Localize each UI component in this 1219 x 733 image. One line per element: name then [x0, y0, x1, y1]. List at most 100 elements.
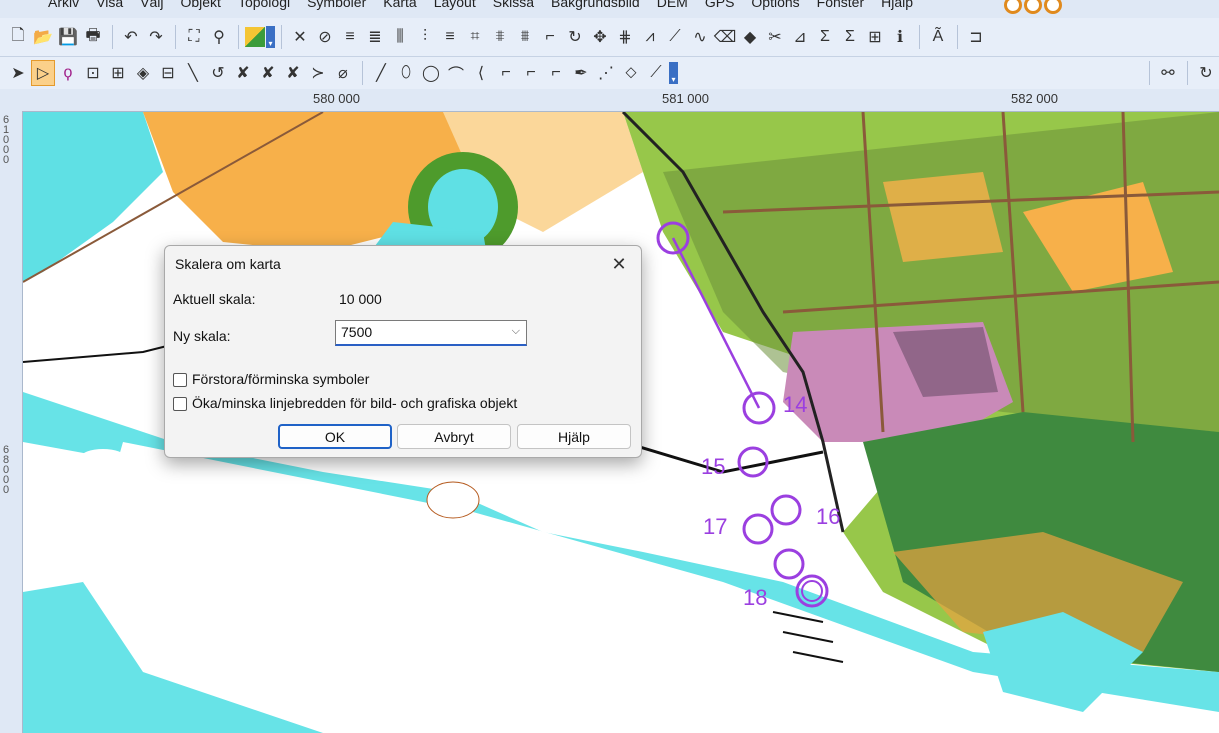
redo-icon[interactable]: ↷ — [144, 24, 168, 50]
dash-line-icon[interactable]: ⋰ — [594, 60, 618, 86]
hatch-icon[interactable]: ⩨ — [488, 24, 512, 50]
print-icon[interactable]: 🖶 — [81, 24, 105, 50]
menu-options[interactable]: Options — [751, 0, 799, 10]
new-file-icon[interactable]: 🗋 — [6, 24, 30, 50]
erase-icon[interactable]: ⌫ — [713, 24, 737, 50]
binoculars-icon[interactable]: ⚯ — [1156, 60, 1180, 86]
align-center-icon[interactable]: ≡ — [438, 24, 462, 50]
lasso-icon[interactable]: ϙ — [56, 60, 80, 86]
align-left-icon[interactable]: ≡ — [338, 24, 362, 50]
ok-button[interactable]: OK — [278, 424, 392, 449]
add-vertex-icon[interactable]: ⊡ — [81, 60, 105, 86]
menu-hjalp[interactable]: Hjälp — [881, 0, 913, 10]
eraser-icon[interactable]: ⌀ — [331, 60, 355, 86]
delete-icon[interactable]: ✕ — [288, 24, 312, 50]
menu-valj[interactable]: Välj — [140, 0, 163, 10]
step-line3-icon[interactable]: ⌐ — [544, 60, 568, 86]
scale-symbols-checkbox[interactable] — [173, 373, 187, 387]
menu-fonster[interactable]: Fönster — [817, 0, 864, 10]
line-tool-icon[interactable]: ╱ — [369, 60, 393, 86]
vertex-diamond-icon[interactable]: ◈ — [131, 60, 155, 86]
step-line2-icon[interactable]: ⌐ — [519, 60, 543, 86]
save-icon[interactable]: 💾 — [56, 24, 80, 50]
select-frame-icon[interactable]: ⛶ — [182, 24, 206, 50]
drawing-toolbar: ➤ ▷ ϙ ⊡ ⊞ ◈ ⊟ ╲ ↺ ✘ ✘ ✘ ≻ ⌀ ╱ ⬯ ◯ ⌒ ⟨ ⌐ … — [0, 57, 1219, 90]
menu-symboler[interactable]: Symboler — [307, 0, 366, 10]
ruler-tick: 582 000 — [1011, 91, 1058, 106]
dialog-title: Skalera om karta — [175, 256, 281, 272]
menu-bar: Arkiv Visa Välj Objekt Topologi Symboler… — [0, 0, 1219, 18]
crop-icon[interactable]: ⌗ — [463, 24, 487, 50]
cross-icon[interactable]: ✘ — [231, 60, 255, 86]
distribute-icon[interactable]: ⫼ — [388, 24, 412, 50]
menu-layout[interactable]: Layout — [434, 0, 476, 10]
chevron-down-icon[interactable]: ⌵ — [512, 325, 520, 338]
symbol-rotate-icon[interactable]: ✥ — [588, 24, 612, 50]
clipped-tool-icon[interactable]: ⊐ — [964, 24, 988, 50]
grid-icon[interactable]: ⋕ — [613, 24, 637, 50]
curve-tool-icon[interactable]: ⌒ — [444, 60, 468, 86]
dropdown-arrow-icon[interactable]: ▾ — [266, 26, 275, 48]
smooth-icon[interactable]: ∿ — [688, 24, 712, 50]
curve-icon[interactable]: ⟋ — [663, 24, 687, 50]
menu-bakgrundsbild[interactable]: Bakgrundsbild — [551, 0, 640, 10]
scale-linewidth-checkbox[interactable] — [173, 397, 187, 411]
straight-line-icon[interactable]: ⟋ — [644, 60, 668, 86]
ruler-tick-vertical: 61000 — [3, 114, 10, 166]
ruler-left: 61000 68000 — [0, 111, 23, 733]
menu-visa[interactable]: Visa — [96, 0, 123, 10]
line-edit-icon[interactable]: ⩘ — [638, 24, 662, 50]
arrow-select-icon[interactable]: ➤ — [6, 60, 30, 86]
open-folder-icon[interactable]: 📂 — [31, 24, 55, 50]
pen-tool-icon[interactable]: ✒ — [569, 60, 593, 86]
cut-icon[interactable]: ✂ — [763, 24, 787, 50]
dropdown-arrow-icon[interactable]: ▾ — [669, 62, 678, 84]
scale-linewidth-label[interactable]: Öka/minska linjebredden för bild- och gr… — [192, 395, 517, 411]
check-icon[interactable]: ⊘ — [313, 24, 337, 50]
distribute2-icon[interactable]: ⫶ — [413, 24, 437, 50]
menu-karta[interactable]: Karta — [383, 0, 416, 10]
ruler-top: 580 000 581 000 582 000 — [0, 89, 1219, 112]
ellipse-tool-icon[interactable]: ⬯ — [394, 60, 418, 86]
polygon-tool-icon[interactable]: ⟨ — [469, 60, 493, 86]
menu-objekt[interactable]: Objekt — [180, 0, 220, 10]
text-tool-icon[interactable]: Ã — [926, 24, 950, 50]
info-icon[interactable]: ℹ — [888, 24, 912, 50]
fill-icon[interactable]: ⩩ — [513, 24, 537, 50]
clipped-tool-icon[interactable]: ↻ — [1194, 60, 1218, 86]
circle-tool-icon[interactable]: ◯ — [419, 60, 443, 86]
fill-tool-icon[interactable]: ⬦ — [619, 60, 643, 86]
measure-icon[interactable]: ⊿ — [788, 24, 812, 50]
menu-dem[interactable]: DEM — [657, 0, 688, 10]
help-button[interactable]: Hjälp — [517, 424, 631, 449]
cross3-icon[interactable]: ✘ — [281, 60, 305, 86]
cancel-button[interactable]: Avbryt — [397, 424, 511, 449]
menu-gps[interactable]: GPS — [705, 0, 735, 10]
close-icon[interactable]: ✕ — [607, 252, 631, 276]
menu-arkiv[interactable]: Arkiv — [48, 0, 79, 10]
new-scale-combobox[interactable]: 7500 ⌵ — [335, 320, 527, 346]
move-vertex-icon[interactable]: ⊞ — [106, 60, 130, 86]
edit-object-icon[interactable]: ▷ — [31, 60, 55, 86]
rotate-icon[interactable]: ↻ — [563, 24, 587, 50]
reshape-icon[interactable]: ≻ — [306, 60, 330, 86]
cross2-icon[interactable]: ✘ — [256, 60, 280, 86]
align-right-icon[interactable]: ≣ — [363, 24, 387, 50]
scale-symbols-label[interactable]: Förstora/förminska symboler — [192, 371, 369, 387]
color-icon[interactable] — [245, 27, 265, 47]
new-scale-value[interactable]: 7500 — [341, 324, 372, 340]
pin-icon[interactable]: ⚲ — [207, 24, 231, 50]
rotate-object-icon[interactable]: ↺ — [206, 60, 230, 86]
step-line-icon[interactable]: ⌐ — [494, 60, 518, 86]
undo-icon[interactable]: ↶ — [119, 24, 143, 50]
fill-diamond-icon[interactable]: ◆ — [738, 24, 762, 50]
sum2-icon[interactable]: Σ — [838, 24, 862, 50]
toolbar-separator — [112, 25, 113, 49]
step-icon[interactable]: ⌐ — [538, 24, 562, 50]
sum-icon[interactable]: Σ — [813, 24, 837, 50]
menu-topologi[interactable]: Topologi — [238, 0, 290, 10]
table-icon[interactable]: ⊞ — [863, 24, 887, 50]
remove-vertex-icon[interactable]: ⊟ — [156, 60, 180, 86]
cut-line-icon[interactable]: ╲ — [181, 60, 205, 86]
menu-skissa[interactable]: Skissa — [493, 0, 534, 10]
